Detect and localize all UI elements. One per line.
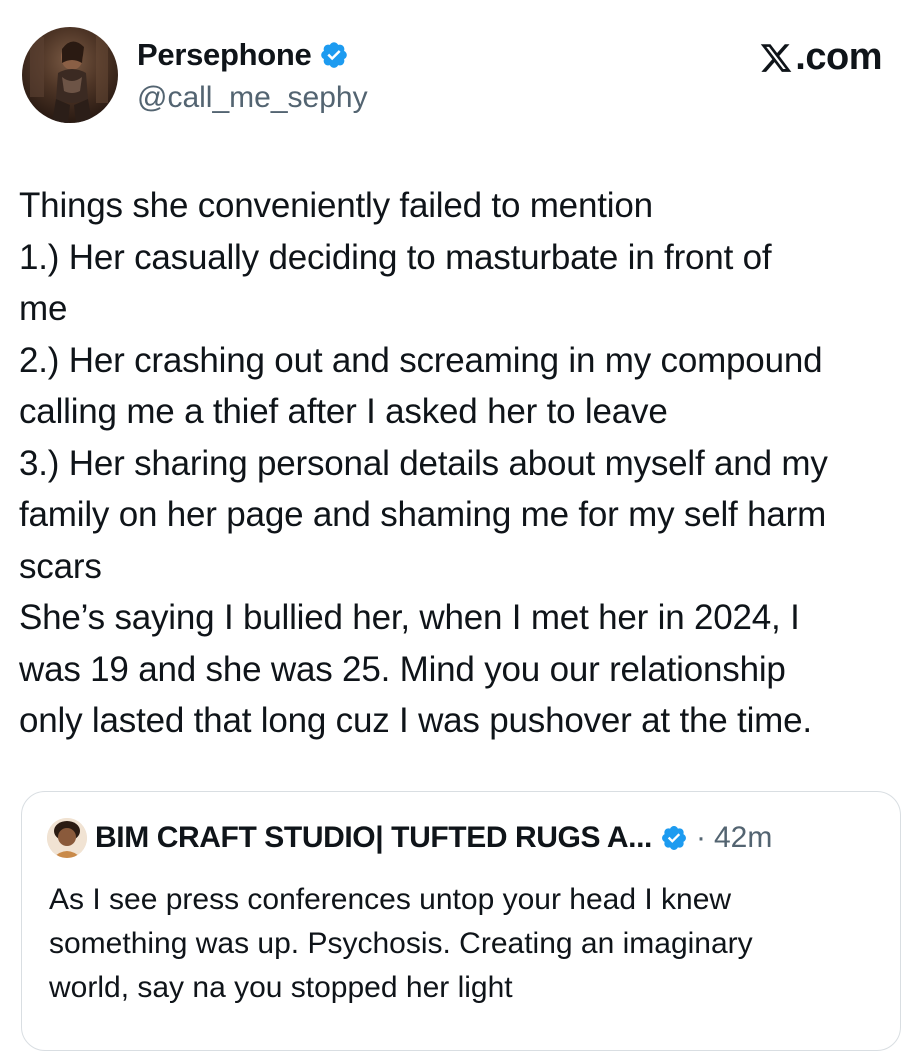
x-logo-icon [759,41,793,75]
quoted-tweet-line: As I see press conferences untop your he… [49,883,732,916]
tweet-line: scars [19,546,102,586]
tweet-line: 3.) Her sharing personal details about m… [19,443,828,483]
quoted-tweet-line: something was up. Psychosis. Creating an… [49,927,753,960]
tweet-line: 1.) Her casually deciding to masturbate … [19,237,772,277]
quoted-timestamp[interactable]: 42m [714,821,772,855]
tweet-body: Things she conveniently failed to mentio… [19,180,904,747]
brand-watermark: .com [759,36,882,79]
quoted-tweet-card[interactable]: BIM CRAFT STUDIO| TUFTED RUGS A... · 42m… [21,791,901,1051]
quoted-tweet-line: world, say na you stopped her light [49,971,513,1004]
quoted-verified-badge-icon [660,824,688,852]
tweet-line: was 19 and she was 25. Mind you our rela… [19,649,786,689]
tweet-line: me [19,289,68,328]
author-avatar[interactable] [22,27,118,123]
tweet-line: only lasted that long cuz I was pushover… [19,701,812,740]
tweet-line: She’s saying I bullied her, when I met h… [19,598,800,637]
author-handle[interactable]: @call_me_sephy [137,80,368,116]
quoted-separator: · [696,821,706,854]
verified-badge-icon [319,40,349,70]
brand-label: .com [795,36,882,78]
author-display-name[interactable]: Persephone [137,36,312,74]
tweet-line: calling me a thief after I asked her to … [19,392,668,431]
quoted-author-avatar[interactable] [47,818,87,858]
tweet-line: Things she conveniently failed to mentio… [19,186,653,225]
tweet-line: family on her page and shaming me for my… [19,495,827,534]
author-name-row: Persephone [137,36,349,74]
quoted-tweet-body: As I see press conferences untop your he… [49,878,879,1010]
quoted-author-name[interactable]: BIM CRAFT STUDIO| TUFTED RUGS A... [95,821,652,855]
tweet-line: 2.) Her crashing out and screaming in my… [19,340,823,380]
quoted-tweet-header: BIM CRAFT STUDIO| TUFTED RUGS A... · 42m [47,818,772,858]
